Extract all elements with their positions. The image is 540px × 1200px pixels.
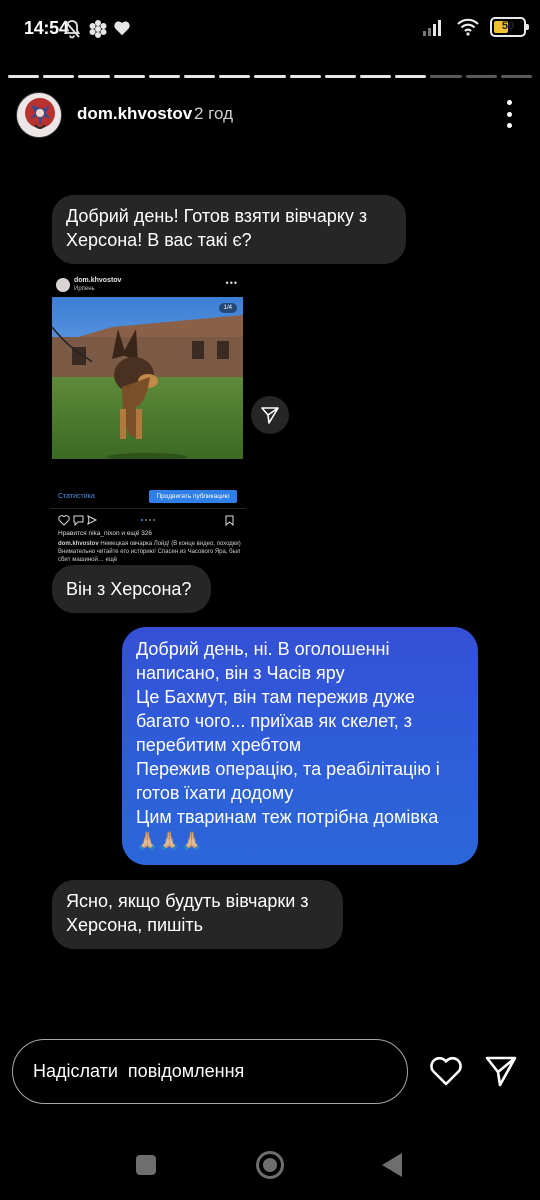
- story-progress-segment: [113, 75, 145, 78]
- share-button[interactable]: [251, 396, 289, 434]
- story-progress-segment: [254, 75, 286, 78]
- like-heart-icon[interactable]: [428, 1053, 464, 1089]
- message-bubble-outgoing: Добрий день, ні. В оголошенні написано, …: [122, 627, 478, 865]
- post-more-icon: •••: [225, 278, 238, 288]
- dog-photo: 1/4: [52, 297, 243, 459]
- message-line: Цим тваринам теж потрібна домівка 🙏🏼🙏🏼🙏🏼: [136, 807, 439, 851]
- story-progress-segment: [219, 75, 251, 78]
- paper-plane-icon: [261, 407, 279, 424]
- recent-apps-button[interactable]: [136, 1155, 156, 1175]
- story-progress-bar: [8, 75, 533, 78]
- post-promote-button: Продвигать публикацию: [149, 490, 237, 503]
- message-input[interactable]: Надіслати повідомлення: [12, 1039, 408, 1104]
- story-progress-segment: [8, 75, 40, 78]
- post-caption-user: dom.khvostov: [58, 541, 99, 547]
- story-progress-segment: [465, 75, 497, 78]
- back-button[interactable]: [382, 1153, 402, 1177]
- story-time-ago: 2 год: [194, 104, 234, 123]
- battery-percent: 50: [501, 20, 515, 32]
- message-bubble-incoming: Ясно, якщо будуть вівчарки з Херсона, пи…: [52, 880, 343, 949]
- story-progress-segment: [148, 75, 181, 78]
- bell-off-icon: [63, 20, 81, 39]
- post-caption: dom.khvostov Немецкая овчарка Лойд! (В к…: [58, 540, 242, 564]
- battery-icon: 50: [490, 17, 529, 37]
- home-button[interactable]: [256, 1151, 284, 1179]
- post-actions-row: [58, 513, 238, 527]
- story-progress-segment: [500, 75, 533, 78]
- story-progress-segment: [289, 75, 321, 78]
- message-input-placeholder: Надіслати повідомлення: [33, 1061, 245, 1081]
- post-image-counter: 1/4: [218, 303, 237, 313]
- flower-icon: [89, 20, 107, 38]
- story-progress-segment: [324, 75, 357, 78]
- message-bubble-incoming: Добрий день! Готов взяти вівчарку з Херс…: [52, 195, 406, 264]
- profile-logo-icon: [17, 93, 61, 137]
- message-bubble-incoming: Він з Херсона?: [52, 565, 211, 613]
- story-progress-segment: [360, 75, 392, 78]
- post-location: Ирпень: [74, 286, 95, 292]
- status-bar: 14:54 50: [0, 0, 540, 60]
- status-right-icons: 50: [422, 17, 529, 37]
- post-avatar: [56, 278, 70, 292]
- story-progress-segment: [184, 75, 216, 78]
- story-username[interactable]: dom.khvostov: [77, 104, 192, 124]
- message-line: Добрий день, ні. В оголошенні написано, …: [136, 639, 390, 683]
- story-progress-segment: [430, 75, 462, 78]
- post-username: dom.khvostov: [74, 277, 122, 284]
- story-progress-segment: [43, 75, 75, 78]
- story-progress-segment: [78, 75, 110, 78]
- shared-post-screenshot: dom.khvostov Ирпень ••• 1/4 Статистика П…: [50, 272, 246, 564]
- more-options-icon[interactable]: [504, 100, 514, 128]
- message-line: Пережив операцію, та реабілітацію і гото…: [136, 759, 440, 803]
- story-progress-segment: [395, 75, 427, 78]
- heart-icon: [114, 21, 130, 36]
- message-line: Це Бахмут, він там пережив дуже багато ч…: [136, 687, 415, 755]
- post-stats-link: Статистика: [58, 493, 95, 500]
- avatar[interactable]: [16, 92, 62, 138]
- wifi-icon: [457, 18, 479, 36]
- signal-icon: [423, 20, 441, 36]
- post-likes: Нравится nika_nixon и ещё 326: [58, 530, 153, 537]
- send-message-icon[interactable]: [483, 1053, 519, 1089]
